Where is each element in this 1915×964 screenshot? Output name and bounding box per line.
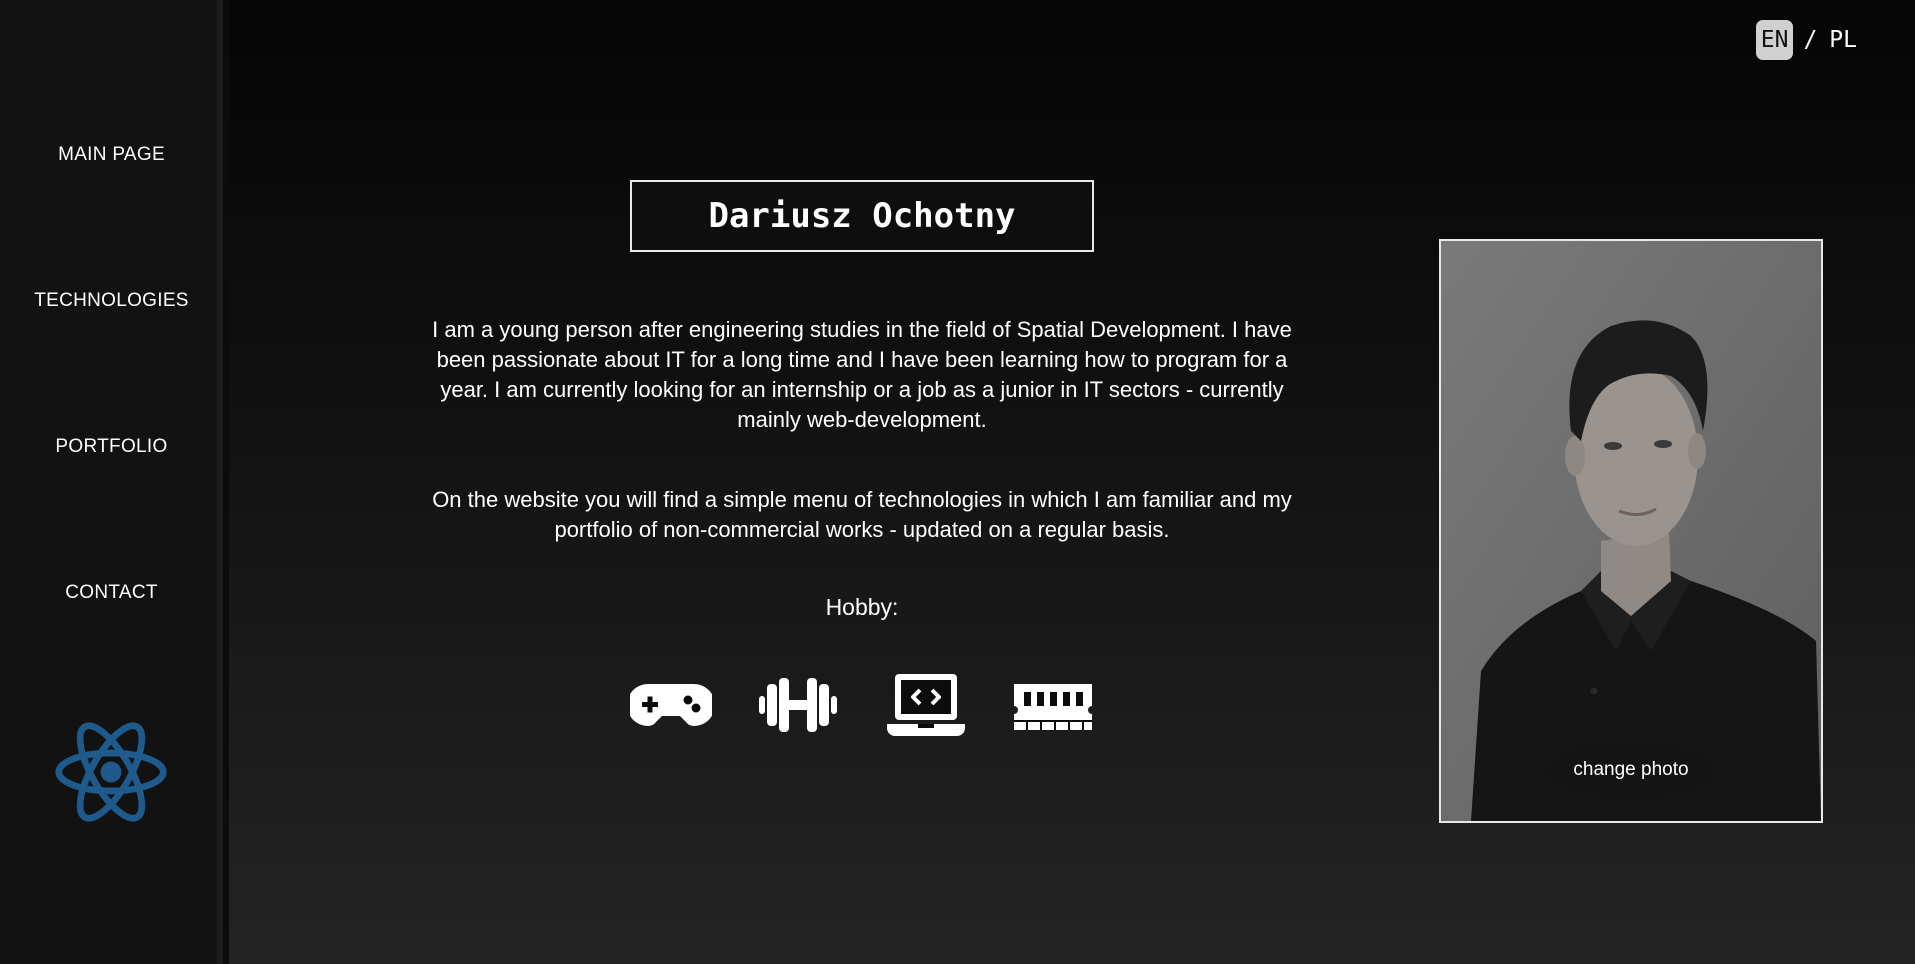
profile-photo: change photo bbox=[1439, 239, 1823, 823]
change-photo-button[interactable]: change photo bbox=[1548, 743, 1714, 797]
website-note-paragraph: On the website you will find a simple me… bbox=[432, 487, 1292, 542]
name-title: Dariusz Ochotny bbox=[630, 180, 1094, 252]
hobby-icons bbox=[630, 670, 1094, 740]
atom-icon[interactable] bbox=[54, 715, 168, 829]
lang-separator: / bbox=[1803, 27, 1818, 53]
nav-contact[interactable]: CONTACT bbox=[0, 582, 223, 604]
hobby-label: Hobby: bbox=[825, 594, 899, 620]
nav-technologies[interactable]: TECHNOLOGIES bbox=[0, 290, 223, 312]
portrait-image bbox=[1441, 241, 1821, 821]
language-switcher: EN / PL bbox=[1755, 20, 1857, 60]
sidebar: MAIN PAGE TECHNOLOGIES PORTFOLIO CONTACT bbox=[0, 0, 223, 964]
laptop-code-icon bbox=[886, 674, 965, 736]
memory-icon bbox=[1013, 684, 1092, 730]
intro-paragraph: I am a young person after engineering st… bbox=[432, 317, 1292, 432]
main-content: EN / PL Dariusz Ochotny I am a young per… bbox=[229, 0, 1915, 964]
gamepad-icon bbox=[630, 684, 712, 726]
dumbbell-icon bbox=[759, 678, 838, 732]
nav-portfolio[interactable]: PORTFOLIO bbox=[0, 436, 223, 458]
lang-en-button[interactable]: EN bbox=[1755, 20, 1794, 60]
nav-main-page[interactable]: MAIN PAGE bbox=[0, 144, 223, 166]
lang-pl-button[interactable]: PL bbox=[1829, 27, 1857, 53]
